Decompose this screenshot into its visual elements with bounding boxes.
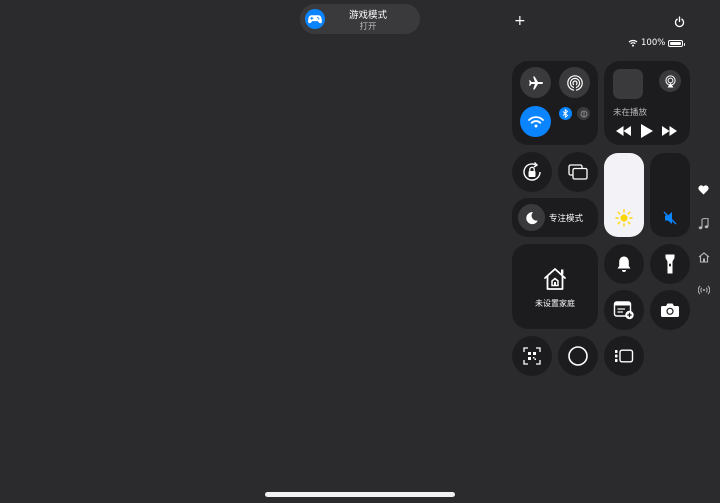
- screen-mirroring-icon: [568, 164, 588, 180]
- banner-title: 游戏模式: [348, 10, 387, 21]
- stage-manager-icon: [615, 349, 634, 363]
- bluetooth-button[interactable]: [559, 107, 572, 120]
- record-icon: [568, 346, 588, 366]
- home-icon: [544, 268, 566, 290]
- volume-slider[interactable]: [650, 153, 690, 237]
- qr-scanner-icon: [523, 347, 541, 365]
- cellular-button[interactable]: [577, 107, 590, 120]
- play-icon[interactable]: [641, 124, 653, 138]
- screen-recording-button[interactable]: [558, 336, 598, 376]
- home-page-icon[interactable]: [698, 252, 710, 263]
- add-control-button[interactable]: +: [514, 14, 526, 28]
- airplay-button[interactable]: [659, 70, 681, 92]
- silent-mode-button[interactable]: [604, 244, 644, 284]
- game-mode-banner[interactable]: 游戏模式 打开: [300, 4, 420, 34]
- flashlight-button[interactable]: [650, 244, 690, 284]
- rotation-lock-icon: [523, 162, 541, 181]
- status-bar: 100%: [628, 37, 686, 49]
- airdrop-button[interactable]: [559, 67, 590, 98]
- wifi-status-icon: [628, 39, 638, 47]
- sun-icon: [615, 209, 633, 227]
- favorites-heart-icon[interactable]: [698, 185, 709, 195]
- next-track-icon[interactable]: [662, 126, 677, 136]
- bluetooth-icon: [562, 109, 569, 118]
- airplane-icon: [528, 76, 543, 89]
- cellular-icon: [580, 110, 587, 117]
- airplane-mode-button[interactable]: [520, 67, 551, 98]
- airdrop-icon: [566, 74, 583, 91]
- code-scanner-button[interactable]: [512, 336, 552, 376]
- wifi-icon: [527, 116, 544, 128]
- home-indicator[interactable]: [265, 492, 455, 497]
- quick-note-icon: [613, 301, 634, 320]
- screen-mirroring-button[interactable]: [558, 152, 598, 192]
- flashlight-icon: [665, 254, 675, 274]
- battery-percent: 100%: [641, 38, 666, 48]
- bell-icon: [617, 256, 631, 272]
- stage-manager-button[interactable]: [604, 336, 644, 376]
- focus-icon-circle: [518, 204, 545, 231]
- power-icon[interactable]: [674, 16, 685, 28]
- moon-icon: [525, 211, 538, 224]
- rotation-lock-button[interactable]: [512, 152, 552, 192]
- previous-track-icon[interactable]: [616, 126, 631, 136]
- connectivity-page-icon[interactable]: [698, 285, 710, 295]
- album-art-placeholder: [613, 69, 643, 99]
- airplay-audio-icon: [664, 74, 676, 87]
- home-label: 未设置家庭: [535, 299, 575, 308]
- camera-icon: [661, 303, 679, 317]
- battery-icon: [668, 39, 686, 47]
- music-note-icon[interactable]: [698, 218, 709, 230]
- focus-label: 专注模式: [549, 214, 584, 224]
- control-center: 游戏模式 打开 + 100% 未在播放 专注模式 未设置家庭: [0, 0, 720, 503]
- brightness-slider[interactable]: [604, 153, 644, 237]
- wifi-button[interactable]: [520, 106, 551, 137]
- speaker-muted-icon: [663, 211, 677, 225]
- camera-button[interactable]: [650, 290, 690, 330]
- now-playing-label: 未在播放: [613, 108, 648, 118]
- quick-note-button[interactable]: [604, 290, 644, 330]
- gamecontroller-icon: [305, 9, 325, 29]
- banner-subtitle: 打开: [359, 22, 377, 32]
